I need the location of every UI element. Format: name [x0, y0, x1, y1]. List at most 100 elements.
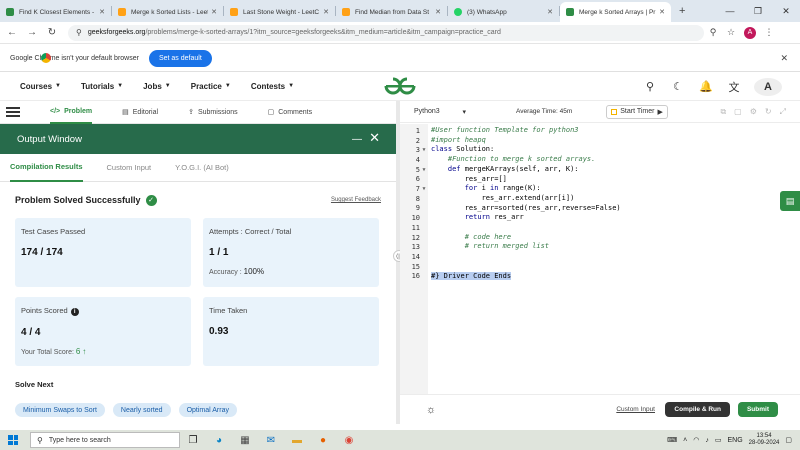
url-field[interactable]: ⚲ geeksforgeeks.org/problems/merge-k-sor…	[68, 24, 704, 41]
close-panel-icon[interactable]: ✕	[369, 130, 380, 146]
close-tab-icon[interactable]: ✕	[435, 8, 441, 16]
browser-tab[interactable]: Find K Closest Elements - L ✕	[0, 2, 111, 22]
tab-comments[interactable]: ▢ Comments	[267, 108, 312, 117]
store-icon[interactable]: ▦	[232, 435, 258, 446]
line-number: 1	[415, 126, 420, 135]
copy-icon[interactable]: ⧉	[720, 107, 726, 117]
site-menu-item[interactable]: Practice ▼	[191, 82, 231, 91]
mail-icon[interactable]: ✉	[258, 435, 284, 446]
gfg-logo[interactable]	[382, 75, 418, 97]
edge-icon[interactable]: ◕	[206, 435, 232, 446]
forward-icon[interactable]: →	[24, 27, 40, 38]
code-line: res_arr.extend(arr[i])	[431, 193, 575, 202]
minimize-icon[interactable]: —	[716, 6, 744, 16]
dark-mode-icon[interactable]: ☾	[664, 80, 692, 93]
output-window-header: Output Window — ✕	[0, 124, 396, 154]
close-tab-icon[interactable]: ✕	[659, 8, 665, 16]
site-info-icon[interactable]: ⚲	[76, 28, 82, 37]
browser-tab-label: Find Median from Data St	[355, 8, 430, 16]
tab-editorial[interactable]: ▤ Editorial	[122, 108, 158, 117]
tab-yogi-ai-bot[interactable]: Y.O.G.I. (AI Bot)	[175, 154, 229, 182]
suggest-feedback-link[interactable]: Suggest Feedback	[331, 197, 381, 203]
settings-icon[interactable]: ⚙	[750, 107, 757, 117]
tab-custom-input[interactable]: Custom Input	[107, 154, 152, 182]
site-menu-item[interactable]: Contests ▼	[251, 82, 294, 91]
line-number: 11	[411, 223, 420, 232]
leetcode-favicon-icon	[342, 8, 350, 16]
tab-compilation-results[interactable]: Compilation Results	[10, 154, 83, 182]
browser-tab[interactable]: Find Median from Data St ✕	[336, 2, 447, 22]
firefox-icon[interactable]: ●	[310, 435, 336, 446]
code-area[interactable]: 1 2 3 ▼ 4 5 ▼ 6 7 ▼ 8 9 10 11 12 13 14 15 16 #User functio…	[400, 124, 800, 394]
compile-run-button[interactable]: Compile & Run	[665, 402, 730, 417]
fullscreen-icon[interactable]: ⤢	[780, 107, 786, 117]
browser-tab[interactable]: (3) WhatsApp ✕	[448, 2, 559, 22]
paste-icon[interactable]: ▢	[734, 107, 742, 117]
close-tab-icon[interactable]: ✕	[99, 8, 105, 16]
search-icon[interactable]: ⚲	[636, 80, 664, 93]
tab-submissions[interactable]: ⇪ Submissions	[188, 108, 238, 117]
browser-tab[interactable]: Merge k Sorted Arrays | Pr ✕	[560, 2, 671, 22]
next-problem-chip[interactable]: Nearly sorted	[112, 403, 171, 417]
line-number: 2	[415, 136, 420, 145]
start-timer-button[interactable]: Start Timer ▶	[606, 104, 668, 119]
translate-icon[interactable]: 文	[720, 79, 748, 95]
site-menu-item[interactable]: Tutorials ▼	[81, 82, 123, 91]
chat-icon[interactable]: ▤	[780, 191, 800, 211]
fold-arrow-icon[interactable]: ▼	[420, 147, 428, 153]
next-problem-chip[interactable]: Minimum Swaps to Sort	[15, 403, 105, 417]
battery-icon[interactable]: ▭	[715, 436, 722, 444]
minimize-panel-icon[interactable]: —	[352, 134, 362, 145]
close-tab-icon[interactable]: ✕	[547, 8, 553, 16]
notification-bell-icon[interactable]: 🔔	[692, 80, 720, 93]
clock[interactable]: 13:54 28-09-2024	[749, 433, 780, 447]
infobar-close-icon[interactable]: ✕	[780, 53, 788, 64]
back-icon[interactable]: ←	[4, 27, 20, 38]
chrome-icon[interactable]: ◉	[336, 435, 362, 446]
volume-icon[interactable]: ♪	[705, 437, 709, 444]
close-tab-icon[interactable]: ✕	[323, 8, 329, 16]
task-view-icon[interactable]: ❐	[180, 435, 206, 446]
chrome-menu-icon[interactable]: ⋮	[760, 27, 778, 38]
file-explorer-icon[interactable]: ▬	[284, 435, 310, 446]
output-tabs: Compilation Results Custom Input Y.O.G.I…	[0, 154, 396, 182]
fold-arrow-icon[interactable]: ▼	[420, 186, 428, 192]
show-hidden-icons-icon[interactable]: ˄	[683, 437, 687, 444]
submit-button[interactable]: Submit	[737, 402, 778, 417]
hamburger-menu-icon[interactable]	[6, 107, 20, 117]
zoom-icon[interactable]: ⚲	[704, 27, 722, 38]
bookmark-star-icon[interactable]: ☆	[722, 27, 740, 38]
set-default-button[interactable]: Set as default	[148, 49, 212, 67]
site-menu-item[interactable]: Jobs ▼	[143, 82, 171, 91]
custom-input-link[interactable]: Custom Input	[616, 406, 655, 413]
code-line: #User function Template for python3	[431, 126, 579, 134]
browser-tab[interactable]: Merge k Sorted Lists - Leet ✕	[112, 2, 223, 22]
site-menu-item[interactable]: Courses ▼	[20, 82, 61, 91]
output-window: Output Window — ✕ Compilation Results Cu…	[0, 124, 396, 424]
time-card: Time Taken 0.93	[203, 297, 379, 366]
network-icon[interactable]: ◠	[693, 436, 699, 444]
next-problem-chip[interactable]: Optimal Array	[178, 403, 237, 417]
reload-icon[interactable]: ↻	[44, 27, 60, 38]
lightbulb-icon[interactable]: ☼	[426, 404, 436, 416]
fold-arrow-icon[interactable]: ▼	[420, 167, 428, 173]
average-time: Average Time: 45m	[516, 108, 573, 115]
browser-tab[interactable]: Last Stone Weight - LeetC ✕	[224, 2, 335, 22]
language-select[interactable]: Python3 ▾	[414, 108, 466, 116]
info-icon[interactable]: i	[70, 308, 79, 316]
close-window-icon[interactable]: ✕	[772, 6, 800, 17]
user-avatar[interactable]: A	[754, 77, 782, 96]
notification-icon[interactable]: ▢	[785, 436, 792, 444]
comment-icon: ▢	[267, 109, 275, 116]
close-tab-icon[interactable]: ✕	[211, 8, 217, 16]
language-indicator[interactable]: ENG	[728, 437, 743, 444]
maximize-icon[interactable]: ❐	[744, 6, 772, 17]
reset-icon[interactable]: ↻	[765, 107, 772, 117]
new-tab-icon[interactable]: +	[679, 5, 685, 17]
taskbar-search[interactable]: ⚲ Type here to search	[30, 432, 180, 448]
windows-start-icon[interactable]	[8, 435, 18, 445]
keyboard-icon[interactable]: ⌨	[667, 436, 677, 444]
tab-problem[interactable]: </> Problem	[50, 101, 93, 124]
chrome-profile-avatar[interactable]: A	[744, 26, 756, 39]
result-cards: Test Cases Passed 174 / 174 Attempts : C…	[15, 218, 381, 366]
